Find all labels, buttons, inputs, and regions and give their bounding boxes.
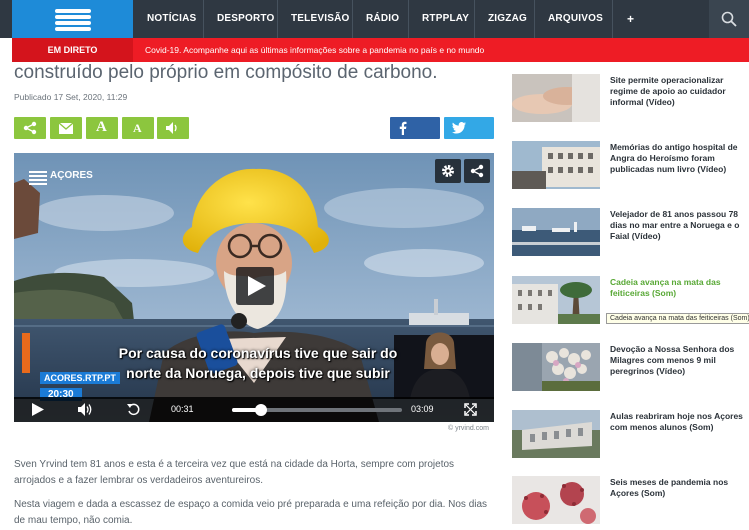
sidebar-news-item[interactable]: Devoção a Nossa Senhora dos Milagres com…	[512, 343, 749, 393]
font-decrease-button[interactable]: A	[122, 117, 154, 139]
news-thumbnail[interactable]	[512, 141, 600, 189]
video-controls: 00:31 03:09	[14, 397, 494, 422]
twitter-button[interactable]	[444, 117, 494, 139]
nav-radio[interactable]: RÁDIO	[352, 0, 399, 38]
font-increase-button[interactable]: A	[86, 117, 118, 139]
rtp-logo[interactable]	[12, 0, 133, 38]
video-copyright: © yrvind.com	[448, 425, 489, 432]
sidebar-news-item[interactable]: Seis meses de pandemia nos Açores (Som)	[512, 476, 749, 526]
news-thumbnail[interactable]	[512, 476, 600, 524]
gear-icon	[442, 165, 454, 177]
video-player[interactable]: AÇORES Por causa do coronavírus tive que…	[14, 153, 494, 422]
news-title[interactable]: Devoção a Nossa Senhora dos Milagres com…	[610, 344, 749, 377]
share-icon	[23, 121, 37, 135]
channel-url-badge: ACORES.RTP.PT	[40, 372, 120, 384]
nav-zigzag[interactable]: ZIGZAG	[474, 0, 527, 38]
settings-button[interactable]	[435, 159, 461, 183]
news-thumbnail[interactable]	[512, 343, 600, 391]
envelope-icon	[59, 123, 73, 134]
facebook-icon	[399, 121, 407, 135]
subtitle-line-1: Por causa do coronavírus tive que sair d…	[118, 345, 398, 361]
hover-tooltip: Cadeia avança na mata das feiticeiras (S…	[606, 313, 749, 324]
rtp-acores-logo-icon	[29, 171, 47, 185]
video-share-button[interactable]	[464, 159, 490, 183]
share-icon	[470, 164, 484, 178]
news-title[interactable]: Velejador de 81 anos passou 78 dias no m…	[610, 209, 749, 242]
news-title[interactable]: Aulas reabriram hoje nos Açores com meno…	[610, 411, 749, 433]
sidebar-news-item[interactable]: Site permite operacionalizar regime de a…	[512, 74, 749, 124]
listen-button[interactable]	[157, 117, 189, 139]
news-thumbnail[interactable]	[512, 74, 600, 122]
published-date: Publicado 17 Set, 2020, 11:29	[14, 92, 128, 102]
twitter-icon	[452, 122, 466, 134]
current-time: 00:31	[171, 404, 194, 414]
article-paragraph: Sven Yrvind tem 81 anos e esta é a terce…	[14, 459, 455, 486]
share-button[interactable]	[14, 117, 46, 139]
email-button[interactable]	[50, 117, 82, 139]
news-title[interactable]: Cadeia avança na mata das feiticeiras (S…	[610, 277, 749, 299]
news-title[interactable]: Seis meses de pandemia nos Açores (Som)	[610, 477, 749, 499]
progress-bar[interactable]	[232, 404, 402, 416]
channel-name: AÇORES	[50, 170, 93, 181]
nav-arquivos[interactable]: ARQUIVOS	[534, 0, 603, 38]
play-icon[interactable]	[32, 403, 44, 416]
live-headline[interactable]: Covid-19. Acompanhe aqui as últimas info…	[145, 38, 484, 62]
rewind-icon[interactable]	[127, 403, 141, 417]
nav-televisao[interactable]: TELEVISÃO	[277, 0, 349, 38]
fullscreen-icon[interactable]	[464, 403, 477, 416]
news-title[interactable]: Site permite operacionalizar regime de a…	[610, 75, 749, 108]
top-navigation: NOTÍCIAS DESPORTO TELEVISÃO RÁDIO RTPPLA…	[0, 0, 749, 38]
news-thumbnail[interactable]	[512, 410, 600, 458]
subtitle-line-2: norte da Noruega, depois tive que subir	[126, 365, 390, 381]
news-title[interactable]: Memórias do antigo hospital de Angra do …	[610, 142, 749, 175]
sidebar-news-item[interactable]: Velejador de 81 anos passou 78 dias no m…	[512, 208, 749, 258]
sidebar-news-item[interactable]: Memórias do antigo hospital de Angra do …	[512, 141, 749, 191]
news-thumbnail[interactable]	[512, 276, 600, 324]
nav-rtpplay[interactable]: RTPPLAY	[408, 0, 469, 38]
search-button[interactable]	[709, 0, 749, 38]
live-label[interactable]: EM DIRETO	[12, 38, 133, 62]
nav-desporto[interactable]: DESPORTO	[203, 0, 275, 38]
nav-more[interactable]: +	[612, 0, 652, 38]
volume-icon[interactable]	[78, 403, 94, 416]
live-bar: EM DIRETO Covid-19. Acompanhe aqui as úl…	[12, 38, 749, 62]
nav-noticias[interactable]: NOTÍCIAS	[147, 0, 196, 38]
progress-knob[interactable]	[254, 404, 267, 416]
facebook-button[interactable]	[390, 117, 440, 139]
speaker-icon	[166, 122, 177, 134]
article-title: construído pelo próprio em compósito de …	[14, 62, 438, 83]
duration: 03:09	[411, 404, 434, 414]
play-overlay-button[interactable]	[236, 267, 274, 305]
font-small-glyph: A	[133, 121, 142, 135]
news-thumbnail[interactable]	[512, 208, 600, 256]
search-icon	[721, 11, 737, 27]
article-paragraph: Nesta viagem e dada a escassez de espaço…	[14, 499, 488, 526]
font-large-glyph: A	[96, 119, 107, 135]
play-icon	[248, 276, 266, 296]
sidebar-news-item[interactable]: Aulas reabriram hoje nos Açores com meno…	[512, 410, 749, 460]
